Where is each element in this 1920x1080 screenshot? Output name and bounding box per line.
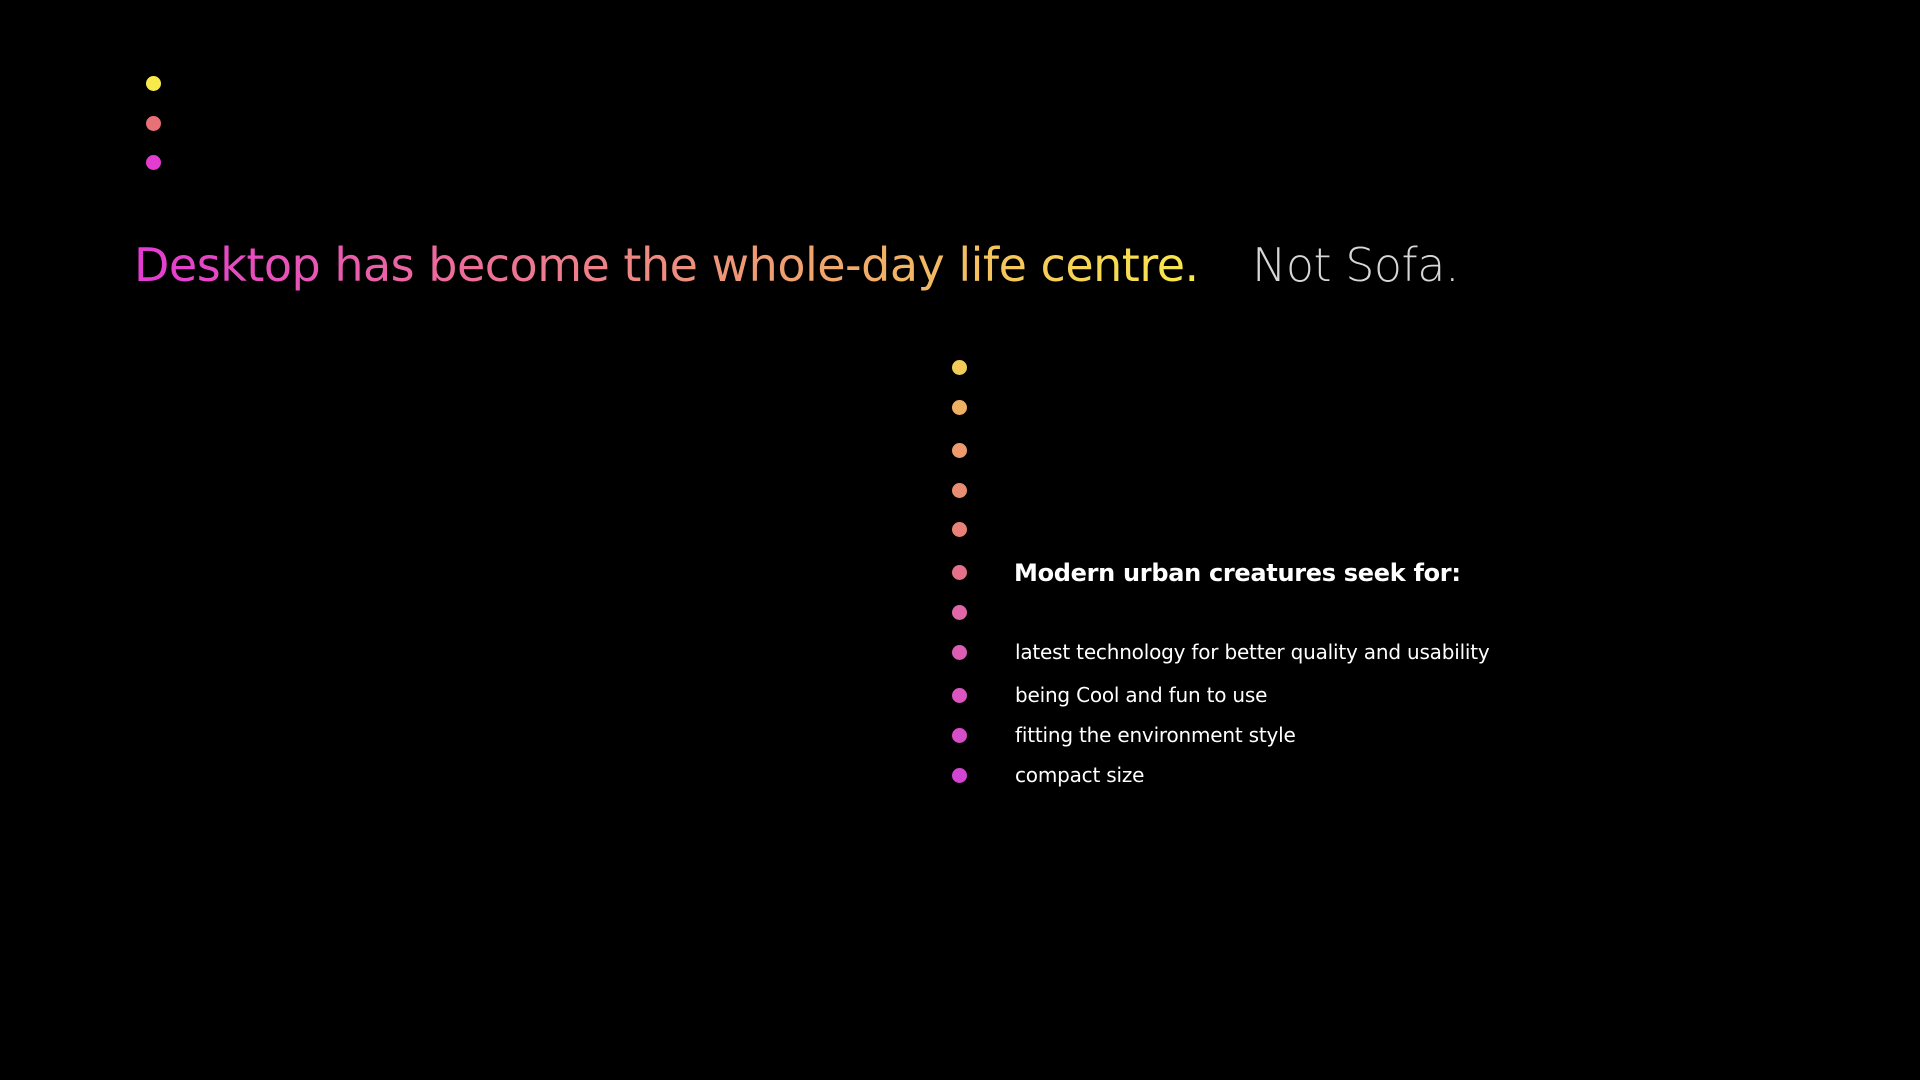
- list-dot-5: [952, 522, 967, 537]
- list-dot-8: [952, 645, 967, 660]
- list-dot-9: [952, 688, 967, 703]
- decorative-dot-3: [146, 155, 161, 170]
- list-item: being Cool and fun to use: [1015, 683, 1268, 707]
- list-item: compact size: [1015, 763, 1145, 787]
- list-dot-10: [952, 728, 967, 743]
- slide-tagline: Not Sofa.: [1252, 238, 1460, 292]
- decorative-dot-2: [146, 116, 161, 131]
- list-dot-2: [952, 400, 967, 415]
- list-dot-3: [952, 443, 967, 458]
- list-item: latest technology for better quality and…: [1015, 640, 1490, 664]
- list-dot-7: [952, 605, 967, 620]
- list-dot-4: [952, 483, 967, 498]
- list-dot-11: [952, 768, 967, 783]
- list-dot-1: [952, 360, 967, 375]
- slide-headline: Desktop has become the whole-day life ce…: [134, 232, 1199, 298]
- list-item: fitting the environment style: [1015, 723, 1296, 747]
- list-heading: Modern urban creatures seek for:: [1014, 559, 1461, 587]
- decorative-dot-1: [146, 76, 161, 91]
- list-dot-6: [952, 565, 967, 580]
